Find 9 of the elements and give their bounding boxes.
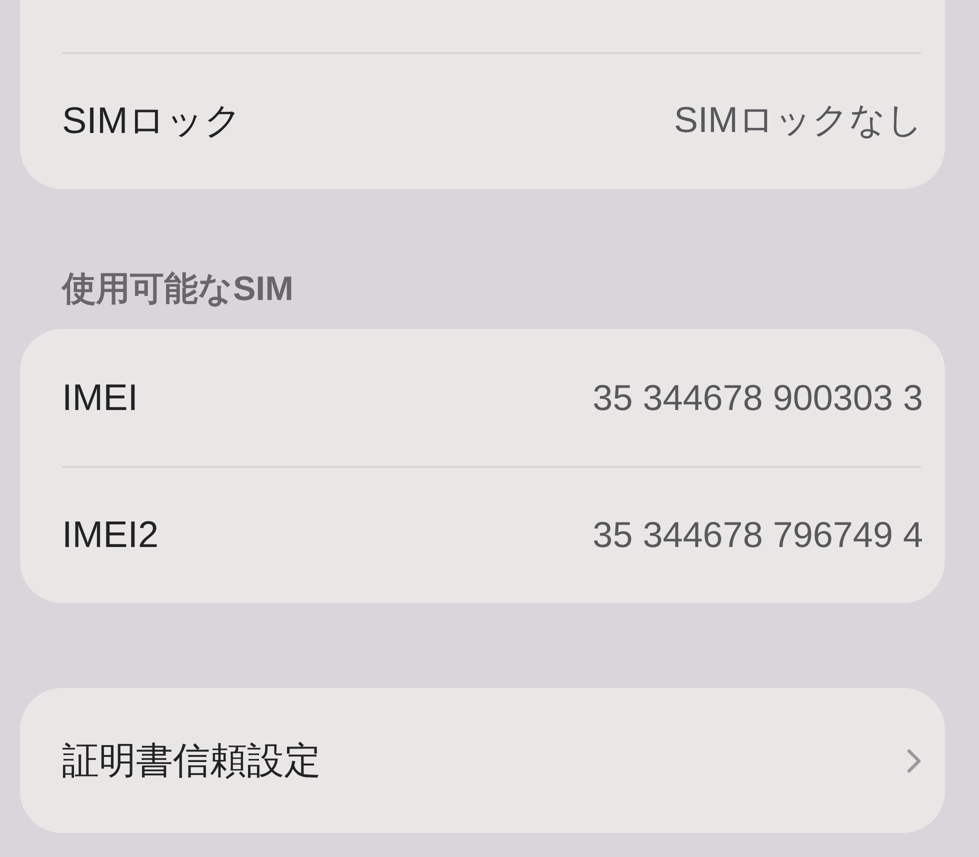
row-label: IMEI (62, 376, 138, 418)
row-value: SIMロックなし (674, 98, 923, 142)
row-value: 35 344678 796749 4 (592, 514, 923, 556)
chevron-icon (907, 748, 921, 772)
row-value: 35 344678 900303 3 (592, 376, 923, 418)
section-header: 使用可能なSIM (62, 269, 294, 309)
row-label: IMEI2 (62, 514, 159, 556)
settings-row[interactable]: 証明書信頼設定 (20, 688, 945, 833)
row-label: SIMロック (62, 98, 242, 142)
